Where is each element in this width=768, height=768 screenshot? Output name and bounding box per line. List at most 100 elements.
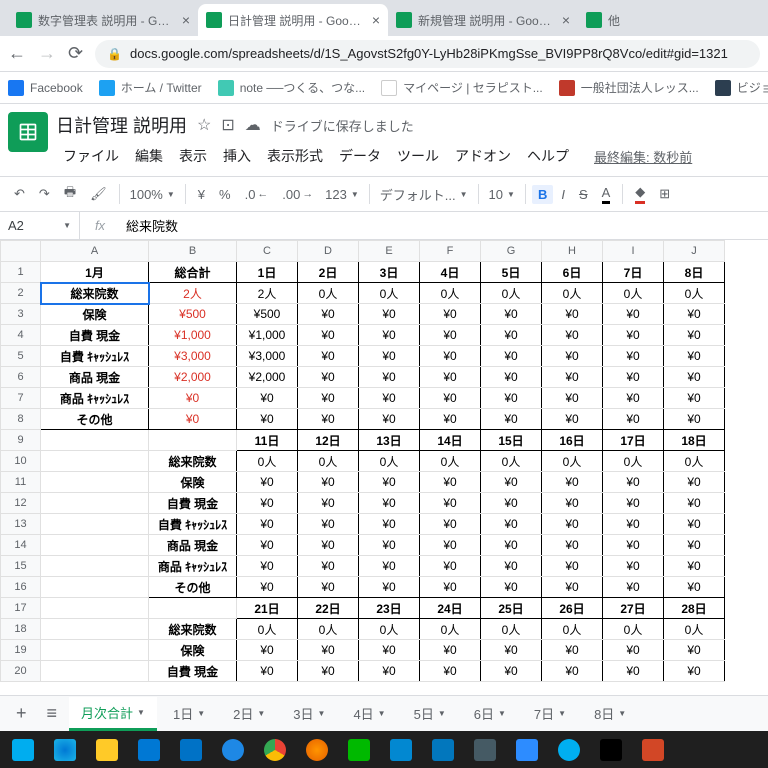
cell[interactable]: ¥0 <box>359 472 420 493</box>
cell[interactable] <box>41 430 149 451</box>
cell[interactable]: ¥0 <box>420 325 481 346</box>
bookmark-org[interactable]: 一般社団法人レッス... <box>559 79 699 96</box>
cell[interactable]: 0人 <box>359 619 420 640</box>
row-header[interactable]: 16 <box>1 577 41 598</box>
cell[interactable]: 4日 <box>420 262 481 283</box>
sheet-tab[interactable]: 7日 ▼ <box>522 698 578 729</box>
percent-icon[interactable]: % <box>213 183 237 206</box>
cell[interactable]: 0人 <box>542 619 603 640</box>
cell[interactable]: 0人 <box>603 619 664 640</box>
cell[interactable]: ¥0 <box>664 556 725 577</box>
cell[interactable]: ¥0 <box>603 535 664 556</box>
row-header[interactable]: 7 <box>1 388 41 409</box>
cell[interactable]: ¥0 <box>542 577 603 598</box>
cell[interactable]: ¥0 <box>420 556 481 577</box>
cell[interactable] <box>41 577 149 598</box>
cell[interactable]: ¥3,000 <box>237 346 298 367</box>
cell[interactable]: ¥0 <box>420 304 481 325</box>
cell[interactable]: ¥0 <box>603 388 664 409</box>
cell[interactable]: ¥0 <box>237 640 298 661</box>
add-sheet-button[interactable]: + <box>8 699 35 728</box>
cell[interactable]: 22日 <box>298 598 359 619</box>
name-box[interactable]: A2▼ <box>0 212 80 239</box>
decimal-increase-icon[interactable]: .00→ <box>276 183 319 206</box>
cell[interactable]: ¥0 <box>664 577 725 598</box>
cell[interactable]: ¥0 <box>420 493 481 514</box>
task-powerpoint[interactable] <box>634 735 672 765</box>
zoom-select[interactable]: 100%▼ <box>126 185 179 204</box>
cell[interactable]: ¥0 <box>481 325 542 346</box>
row-header[interactable]: 8 <box>1 409 41 430</box>
row-header[interactable]: 10 <box>1 451 41 472</box>
cell[interactable]: ¥0 <box>481 556 542 577</box>
browser-tab-active[interactable]: 日計管理 説明用 - Google スプレッ× <box>198 4 388 36</box>
doc-title[interactable]: 日計管理 説明用 <box>56 112 187 138</box>
cell[interactable]: 0人 <box>359 283 420 304</box>
row-header[interactable]: 19 <box>1 640 41 661</box>
cell[interactable]: 12日 <box>298 430 359 451</box>
strikethrough-button[interactable]: S <box>573 183 594 206</box>
cell[interactable]: 13日 <box>359 430 420 451</box>
cell[interactable]: ¥0 <box>149 388 237 409</box>
cell[interactable]: 0人 <box>664 619 725 640</box>
cell[interactable]: ¥0 <box>359 640 420 661</box>
cell[interactable]: ¥1,000 <box>237 325 298 346</box>
font-size-select[interactable]: 10▼ <box>485 185 519 204</box>
cell[interactable]: ¥0 <box>481 577 542 598</box>
cell[interactable]: ¥0 <box>542 556 603 577</box>
cell[interactable]: 総合計 <box>149 262 237 283</box>
cell[interactable]: ¥0 <box>420 409 481 430</box>
menu-help[interactable]: ヘルプ <box>520 142 576 170</box>
cell[interactable]: 5日 <box>481 262 542 283</box>
cell[interactable]: ¥0 <box>664 640 725 661</box>
cell[interactable]: ¥2,000 <box>149 367 237 388</box>
cell[interactable]: ¥0 <box>603 493 664 514</box>
cell[interactable]: 0人 <box>298 619 359 640</box>
cell[interactable]: ¥0 <box>481 304 542 325</box>
cell[interactable]: ¥0 <box>298 304 359 325</box>
cell[interactable]: ¥0 <box>237 409 298 430</box>
cell[interactable]: ¥0 <box>542 388 603 409</box>
task-zoom[interactable] <box>508 735 546 765</box>
cell[interactable]: ¥0 <box>237 514 298 535</box>
cell[interactable]: 16日 <box>542 430 603 451</box>
close-icon[interactable]: × <box>182 12 190 28</box>
cell[interactable]: ¥0 <box>359 577 420 598</box>
column-header[interactable]: H <box>542 241 603 262</box>
cell[interactable]: ¥0 <box>664 346 725 367</box>
column-header[interactable]: A <box>41 241 149 262</box>
sheet-tab-active[interactable]: 月次合計▼ <box>69 697 157 731</box>
cell[interactable]: ¥0 <box>420 535 481 556</box>
cell[interactable]: ¥0 <box>481 661 542 682</box>
cell[interactable]: 7日 <box>603 262 664 283</box>
cell[interactable]: 17日 <box>603 430 664 451</box>
cell[interactable]: 0人 <box>664 283 725 304</box>
cell[interactable]: ¥500 <box>149 304 237 325</box>
all-sheets-button[interactable]: ≡ <box>39 699 66 728</box>
cell[interactable]: ¥0 <box>359 388 420 409</box>
star-icon[interactable]: ☆ <box>197 115 211 135</box>
cell[interactable]: ¥0 <box>237 472 298 493</box>
cell[interactable]: 1月 <box>41 262 149 283</box>
cell[interactable]: ¥0 <box>298 409 359 430</box>
cell[interactable] <box>149 598 237 619</box>
number-format-select[interactable]: 123▼ <box>321 185 363 204</box>
cell[interactable] <box>41 493 149 514</box>
cell[interactable]: 0人 <box>603 283 664 304</box>
bookmark-note[interactable]: note ──つくる、つな... <box>218 79 365 96</box>
task-calc[interactable] <box>466 735 504 765</box>
menu-edit[interactable]: 編集 <box>128 142 170 170</box>
borders-button[interactable]: ⊞ <box>653 182 676 206</box>
cell[interactable]: ¥0 <box>542 304 603 325</box>
cell[interactable]: 24日 <box>420 598 481 619</box>
cell[interactable]: ¥0 <box>420 472 481 493</box>
menu-addons[interactable]: アドオン <box>448 142 518 170</box>
cell[interactable]: 2人 <box>149 283 237 304</box>
cell[interactable] <box>41 556 149 577</box>
cell[interactable]: ¥0 <box>603 367 664 388</box>
cell[interactable]: 自費 現金 <box>41 325 149 346</box>
cell[interactable]: ¥0 <box>603 346 664 367</box>
column-header[interactable]: I <box>603 241 664 262</box>
cell[interactable]: ¥0 <box>664 472 725 493</box>
cell[interactable]: 保険 <box>149 640 237 661</box>
